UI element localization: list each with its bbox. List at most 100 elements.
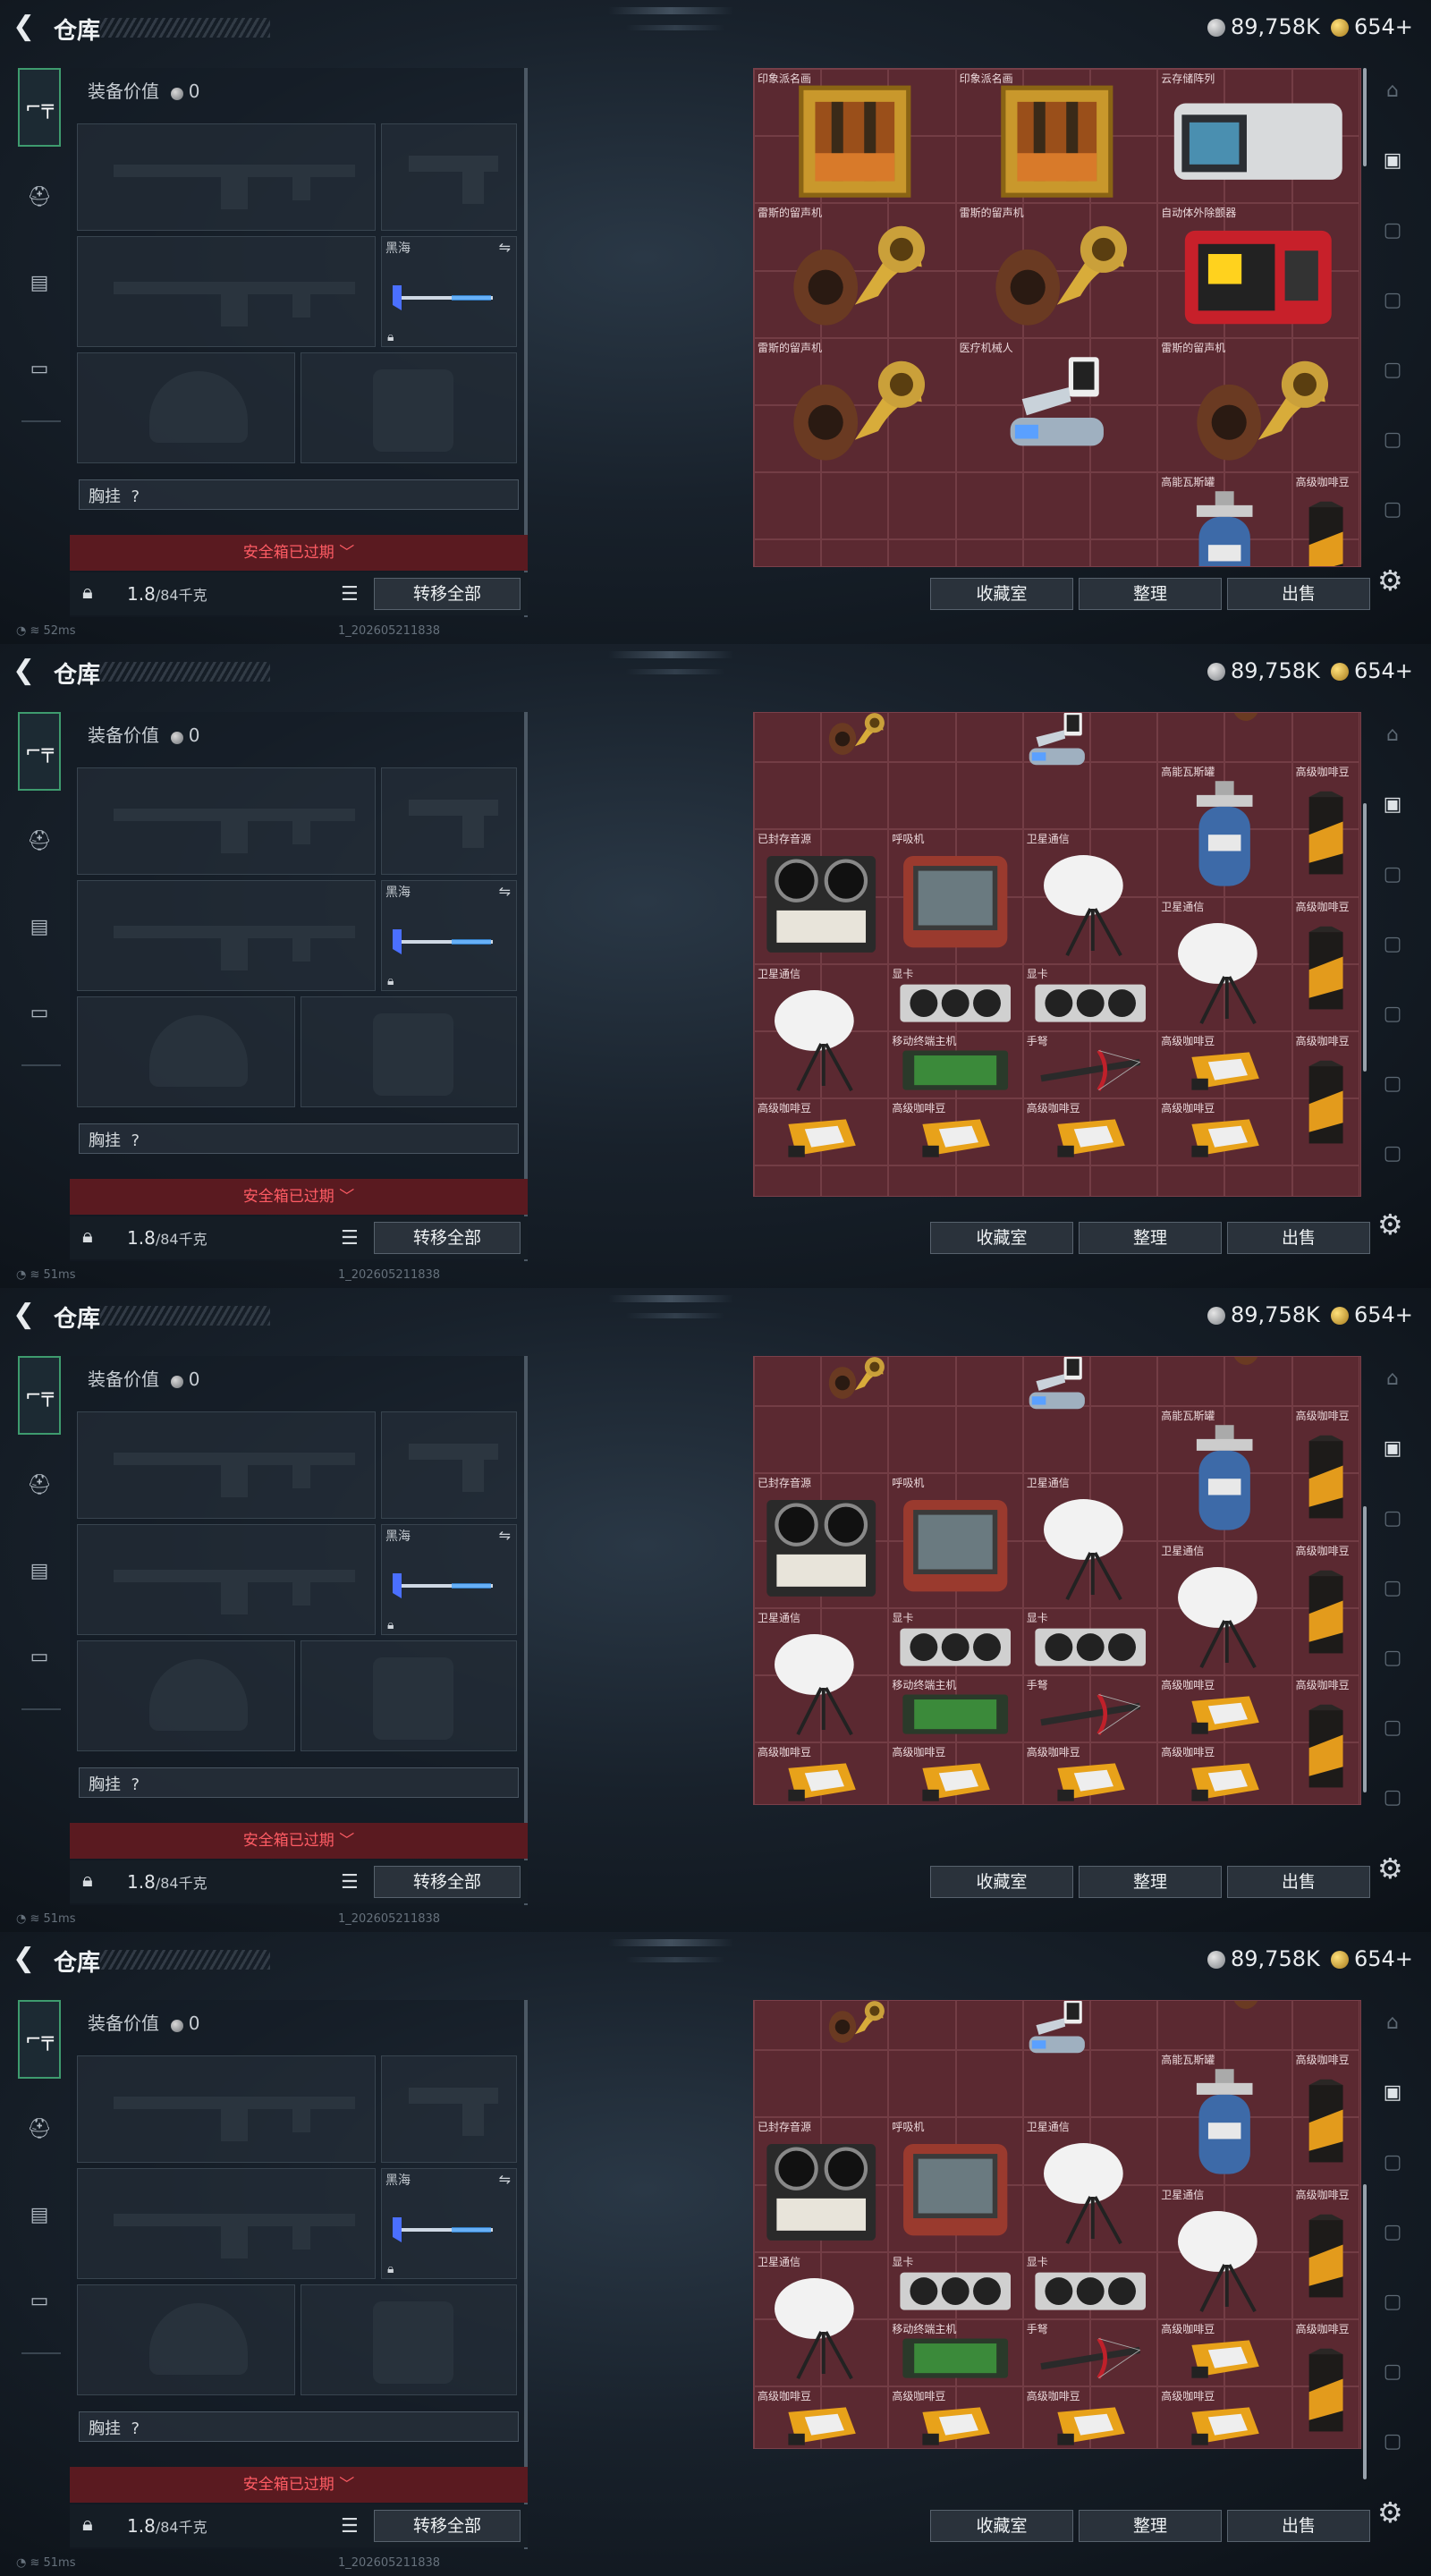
stash-item-crossbow[interactable]: 手弩 [1023,1675,1157,1742]
stash-item-coffee[interactable]: 高级咖啡豆 [888,2386,1022,2448]
stash-item-satellite[interactable]: 卫星通信 [754,2252,888,2386]
tab-armor[interactable]: ⛑ [18,1445,61,1524]
stash-scrollbar[interactable] [1363,803,1367,1072]
grid-cell[interactable] [955,539,1023,566]
pistol-slot[interactable] [381,123,517,231]
safe-box-expired-banner[interactable]: 安全箱已过期 ﹀ [70,1179,528,1215]
gear-icon[interactable]: ⚙ [1377,1852,1403,1885]
melee-slot[interactable]: 黑海 ⇋ 🔒︎ [381,2168,517,2279]
helmet-slot[interactable] [77,996,295,1107]
tab-weapons[interactable]: ⌐╤ [18,68,61,147]
grid-cell[interactable] [888,472,956,540]
chest-rig-slot[interactable]: 胸挂 ? [79,1123,519,1154]
grid-cell[interactable] [955,1165,1023,1196]
helmet-slot[interactable] [77,1640,295,1751]
list-icon[interactable]: ☰ [341,1871,359,1894]
stash-item-coffee[interactable]: 高级咖啡豆 [1292,472,1359,566]
stash-item-coffee[interactable]: 高级咖啡豆 [888,1742,1022,1804]
stash-tab-icon[interactable]: ▢ [1372,1708,1413,1748]
primary-weapon-slot[interactable] [77,2055,376,2163]
stash-item-coffee[interactable]: 高级咖啡豆 [1157,2319,1291,2386]
gear-icon[interactable]: ⚙ [1377,1208,1403,1241]
stash-item-mobile-terminal[interactable]: 移动终端主机 [888,1031,1022,1098]
stash-item-coffee[interactable]: 高级咖啡豆 [754,1098,888,1165]
stash-item-gpu[interactable]: 显卡 [1023,2252,1157,2319]
pistol-slot[interactable] [381,2055,517,2163]
stash-item-coffee[interactable]: 高级咖啡豆 [888,1098,1022,1165]
tab-backpack[interactable]: ▭ [18,2261,61,2340]
stash-tab-icon[interactable]: ▢ [1372,2352,1413,2392]
stash-item-painting[interactable]: 印象派名画 [956,69,1158,203]
secondary-weapon-slot[interactable] [77,1524,376,1635]
stash-item-satellite[interactable]: 卫星通信 [1023,1473,1157,1607]
tab-weapons[interactable]: ⌐╤ [18,1356,61,1435]
primary-weapon-slot[interactable] [77,767,376,875]
stash-item-medical-arm[interactable]: 医疗机械人 [956,1357,1158,1427]
helmet-slot[interactable] [77,2284,295,2395]
stash-item-coffee[interactable]: 高级咖啡豆 [1157,1742,1291,1804]
grid-cell[interactable] [821,1165,889,1196]
armor-slot[interactable] [301,2284,517,2395]
tab-weapons[interactable]: ⌐╤ [18,712,61,791]
stash-tab-icon[interactable]: ▢ [1372,2422,1413,2462]
pistol-slot[interactable] [381,767,517,875]
stash-item-coffee[interactable]: 高级咖啡豆 [1023,1098,1157,1165]
stash-item-reel-recorder[interactable]: 已封存音源 [754,2117,888,2251]
grid-cell[interactable] [821,1406,889,1474]
stash-item-phonograph[interactable]: 雷斯的留声机 [1157,338,1359,472]
organize-button[interactable]: 整理 [1079,2510,1222,2542]
helmet-slot[interactable] [77,352,295,463]
stash-item-crossbow[interactable]: 手弩 [1023,2319,1157,2386]
stash-item-coffee[interactable]: 高级咖啡豆 [1157,1031,1291,1098]
back-chevron-icon[interactable]: ❮ [13,655,35,686]
stash-tab-icon[interactable]: ▢ [1372,855,1413,894]
stash-item-crossbow[interactable]: 手弩 [1023,1031,1157,1098]
grid-cell[interactable] [1157,1165,1225,1196]
grid-cell[interactable] [888,1165,956,1196]
stash-item-phonograph[interactable]: 雷斯的留声机 [754,338,956,472]
stash-item-coffee[interactable]: 高级咖啡豆 [1292,1541,1359,1675]
grid-cell[interactable] [821,762,889,830]
organize-button[interactable]: 整理 [1079,1866,1222,1898]
stash-item-coffee[interactable]: 高级咖啡豆 [1023,1742,1157,1804]
stash-item-painting[interactable]: 印象派名画 [754,69,956,203]
melee-slot[interactable]: 黑海 ⇋ 🔒︎ [381,1524,517,1635]
currency-gold[interactable]: 654+ [1331,658,1413,683]
storage-shelf-icon[interactable]: ⌂ [1372,1360,1413,1399]
stash-item-coffee[interactable]: 高级咖啡豆 [1292,897,1359,1031]
stash-item-satellite[interactable]: 卫星通信 [1023,829,1157,963]
stash-item-phonograph[interactable]: 雷斯的留声机 [754,1357,956,1406]
stash-item-phonograph[interactable]: 雷斯的留声机 [754,713,956,762]
grid-cell[interactable] [1291,1165,1359,1196]
stash-item-mobile-terminal[interactable]: 移动终端主机 [888,1675,1022,1742]
stash-tab-icon[interactable]: ▢ [1372,281,1413,320]
stash-item-ventilator[interactable]: 呼吸机 [888,829,1022,963]
sell-button[interactable]: 出售 [1227,578,1370,610]
grid-cell[interactable] [888,1406,956,1474]
storage-shelf-icon[interactable]: ⌂ [1372,716,1413,755]
grid-cell[interactable] [1022,1165,1090,1196]
grid-cell[interactable] [888,539,956,566]
organize-button[interactable]: 整理 [1079,1222,1222,1254]
stash-item-storage-array[interactable]: 云存储阵列 [1157,69,1359,203]
stash-scrollbar[interactable] [1363,68,1367,166]
safe-box-expired-banner[interactable]: 安全箱已过期 ﹀ [70,1823,528,1859]
stash-item-phonograph[interactable]: 雷斯的留声机 [1157,1357,1359,1373]
tab-armor[interactable]: ⛑ [18,801,61,880]
grid-cell[interactable] [754,762,822,830]
back-chevron-icon[interactable]: ❮ [13,1299,35,1330]
stash-item-medical-arm[interactable]: 医疗机械人 [956,338,1158,472]
stash-item-phonograph[interactable]: 雷斯的留声机 [754,2001,956,2050]
grid-cell[interactable] [1090,472,1158,540]
transfer-all-button[interactable]: 转移全部 [374,1866,521,1898]
stash-tab-icon[interactable]: ▢ [1372,1778,1413,1818]
grid-cell[interactable] [1224,1165,1292,1196]
melee-slot[interactable]: 黑海 ⇋ 🔒︎ [381,880,517,991]
transfer-all-button[interactable]: 转移全部 [374,578,521,610]
sell-button[interactable]: 出售 [1227,1222,1370,1254]
stash-item-coffee[interactable]: 高级咖啡豆 [754,1742,888,1804]
stash-grid[interactable]: 雷斯的留声机医疗机械人雷斯的留声机高能瓦斯罐高级咖啡豆已封存音源呼吸机卫星通信卫… [753,1356,1361,1805]
stash-grid[interactable]: 印象派名画 印象派名画 云存储阵列 自动体外除颤器 雷斯的留声机 雷斯的留声机 雷斯的留声机… [753,68,1361,567]
stash-item-defibrillator[interactable]: 自动体外除颤器 [1157,203,1359,337]
stash-item-coffee[interactable]: 高级咖啡豆 [1157,2386,1291,2448]
